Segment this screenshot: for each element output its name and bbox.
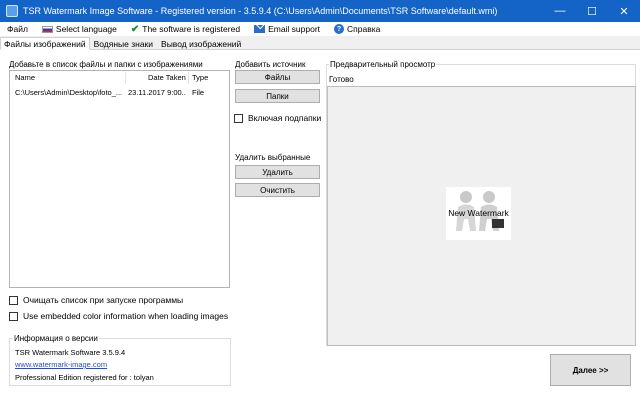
tab-image-files[interactable]: Файлы изображений <box>0 37 90 50</box>
version-edition: Professional Edition registered for : to… <box>15 373 154 382</box>
add-folders-button[interactable]: Папки <box>235 89 320 103</box>
menu-select-language-label: Select language <box>55 24 117 34</box>
website-link[interactable]: www.watermark-image.com <box>15 360 107 369</box>
add-source-label: Добавить источник <box>235 60 306 69</box>
watermark-text: New Watermark <box>448 208 509 218</box>
close-button[interactable]: ✕ <box>608 0 640 22</box>
column-divider <box>125 72 126 84</box>
file-row-name[interactable]: C:\Users\Admin\Desktop\foto_... <box>15 88 125 97</box>
tab-image-output[interactable]: Вывод изображений <box>157 37 245 50</box>
flag-icon <box>41 25 53 33</box>
tab-bar: Файлы изображений Водяные знаки Вывод из… <box>0 37 640 50</box>
clear-on-start-label: Очищать список при запуске программы <box>23 295 184 305</box>
next-button[interactable]: Далее >> <box>550 354 631 386</box>
maximize-button[interactable]: ☐ <box>576 0 608 22</box>
menu-email-support[interactable]: Email support <box>247 22 327 36</box>
title-bar: TSR Watermark Image Software - Registere… <box>0 0 640 22</box>
menu-help[interactable]: ? Справка <box>327 22 387 36</box>
remove-label: Удалить выбранные <box>235 153 311 162</box>
minimize-button[interactable]: — <box>544 0 576 22</box>
column-date[interactable]: Date Taken <box>148 73 186 82</box>
email-icon <box>254 25 266 33</box>
clear-on-start-checkbox[interactable]: Очищать список при запуске программы <box>9 295 183 305</box>
menu-registered[interactable]: ✔ The software is registered <box>124 22 247 36</box>
menu-file-label: Файл <box>7 24 28 34</box>
file-row-type[interactable]: File <box>192 88 204 97</box>
embedded-color-checkbox[interactable]: Use embedded color information when load… <box>9 311 228 321</box>
menu-help-label: Справка <box>347 24 381 34</box>
menu-registered-label: The software is registered <box>142 24 241 34</box>
tab-watermarks[interactable]: Водяные знаки <box>90 37 157 50</box>
file-list[interactable]: Name Date Taken Type C:\Users\Admin\Desk… <box>9 70 230 288</box>
files-header: Добавьте в список файлы и папки с изобра… <box>9 60 203 69</box>
preview-label: Предварительный просмотр <box>329 60 437 69</box>
menu-email-support-label: Email support <box>268 24 321 34</box>
window-title: TSR Watermark Image Software - Registere… <box>23 6 498 16</box>
window-controls: — ☐ ✕ <box>544 0 640 22</box>
embedded-color-label: Use embedded color information when load… <box>23 311 229 321</box>
checkbox-box[interactable] <box>9 295 18 305</box>
column-type[interactable]: Type <box>192 73 208 82</box>
app-window: TSR Watermark Image Software - Registere… <box>0 0 640 398</box>
include-subfolders-checkbox[interactable]: Включая подпапки <box>234 113 321 123</box>
checkbox-box[interactable] <box>9 311 18 321</box>
checkbox-box[interactable] <box>234 113 243 123</box>
menu-select-language[interactable]: Select language <box>35 22 124 36</box>
column-divider <box>188 72 189 84</box>
delete-button[interactable]: Удалить <box>235 165 320 179</box>
preview-status: Готово <box>329 75 354 84</box>
column-name[interactable]: Name <box>15 73 35 82</box>
file-row-date[interactable]: 23.11.2017 9:00... <box>128 88 186 97</box>
help-icon: ? <box>334 24 345 34</box>
menu-bar: Файл Select language ✔ The software is re… <box>0 22 640 36</box>
version-label: Информация о версии <box>13 334 99 343</box>
version-product: TSR Watermark Software 3.5.9.4 <box>15 348 126 357</box>
checkmark-icon: ✔ <box>130 23 140 35</box>
app-logo-icon <box>6 5 18 17</box>
menu-file[interactable]: Файл <box>0 22 35 36</box>
include-subfolders-label: Включая подпапки <box>248 113 322 123</box>
clear-button[interactable]: Очистить <box>235 183 320 197</box>
add-files-button[interactable]: Файлы <box>235 70 320 84</box>
